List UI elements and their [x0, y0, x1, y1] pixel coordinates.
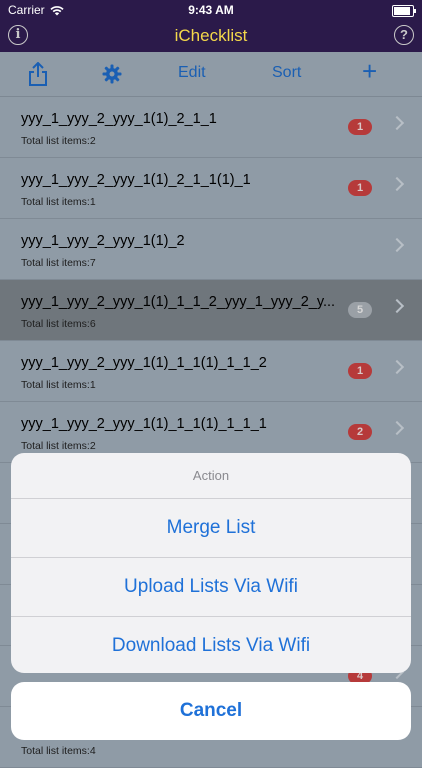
upload-lists-wifi-button[interactable]: Upload Lists Via Wifi	[11, 558, 411, 617]
download-lists-wifi-button[interactable]: Download Lists Via Wifi	[11, 617, 411, 673]
cancel-button[interactable]: Cancel	[11, 682, 411, 740]
action-sheet: Action Merge List Upload Lists Via Wifi …	[11, 453, 411, 673]
action-sheet-title: Action	[11, 453, 411, 499]
merge-list-button[interactable]: Merge List	[11, 499, 411, 558]
